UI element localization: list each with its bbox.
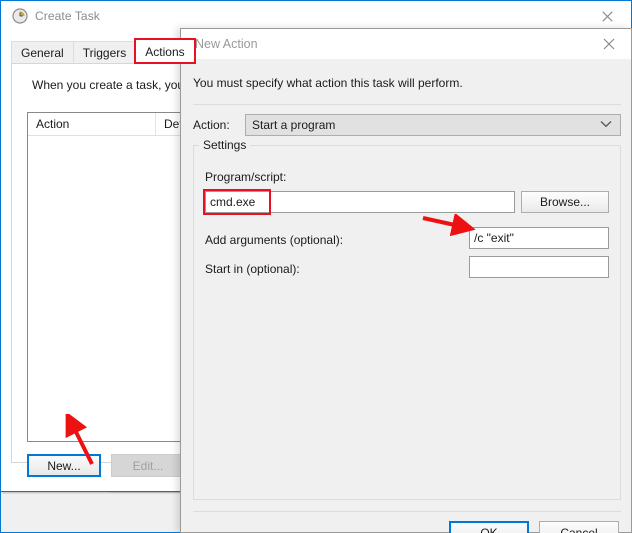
divider-footer	[193, 511, 621, 512]
start-in-label: Start in (optional):	[205, 262, 300, 276]
column-header-action[interactable]: Action	[28, 113, 156, 135]
cancel-button-label: Cancel	[560, 526, 598, 533]
create-task-title: Create Task	[35, 9, 100, 23]
new-action-footer: OK Cancel	[449, 521, 619, 533]
tab-triggers-label: Triggers	[82, 45, 127, 60]
create-task-titlebar: Create Task	[2, 2, 630, 30]
actions-button-row: New... Edit...	[27, 454, 185, 477]
program-script-input[interactable]: cmd.exe	[205, 191, 515, 213]
edit-action-button[interactable]: Edit...	[111, 454, 185, 477]
ok-button-label: OK	[480, 526, 498, 533]
tab-actions[interactable]: Actions	[134, 38, 196, 64]
new-action-titlebar: New Action	[181, 29, 631, 59]
new-action-instruction: You must specify what action this task w…	[193, 76, 463, 90]
add-arguments-value: /c "exit"	[474, 231, 514, 245]
chevron-down-icon	[600, 119, 612, 131]
new-action-button-label: New...	[47, 458, 81, 473]
settings-groupbox-label: Settings	[199, 138, 251, 152]
action-type-dropdown[interactable]: Start a program	[245, 114, 621, 136]
tab-triggers[interactable]: Triggers	[72, 41, 137, 63]
tab-actions-label: Actions	[145, 44, 185, 59]
start-in-input[interactable]	[469, 256, 609, 278]
action-type-label: Action:	[193, 118, 230, 132]
tab-general-label: General	[21, 45, 64, 60]
new-action-close-button[interactable]	[587, 29, 631, 59]
new-action-dialog: New Action You must specify what action …	[180, 28, 632, 533]
create-task-close-button[interactable]	[585, 2, 629, 30]
screenshot-root: Create Task General Triggers Actions Con…	[0, 0, 632, 533]
program-script-value: cmd.exe	[210, 195, 256, 209]
add-arguments-input[interactable]: /c "exit"	[469, 227, 609, 249]
action-type-row: Action: Start a program	[193, 114, 621, 136]
clock-icon	[12, 8, 28, 24]
actions-description: When you create a task, you	[32, 78, 185, 92]
cancel-button[interactable]: Cancel	[539, 521, 619, 533]
new-action-button[interactable]: New...	[27, 454, 101, 477]
new-action-body: You must specify what action this task w…	[181, 59, 631, 533]
add-arguments-label: Add arguments (optional):	[205, 233, 344, 247]
action-type-value: Start a program	[252, 118, 336, 132]
divider-top	[193, 104, 621, 105]
ok-button[interactable]: OK	[449, 521, 529, 533]
browse-button[interactable]: Browse...	[521, 191, 609, 213]
new-action-title: New Action	[195, 37, 258, 51]
edit-action-button-label: Edit...	[132, 458, 164, 473]
browse-button-label: Browse...	[539, 195, 590, 209]
tab-general[interactable]: General	[11, 41, 74, 63]
program-script-label: Program/script:	[205, 170, 287, 184]
